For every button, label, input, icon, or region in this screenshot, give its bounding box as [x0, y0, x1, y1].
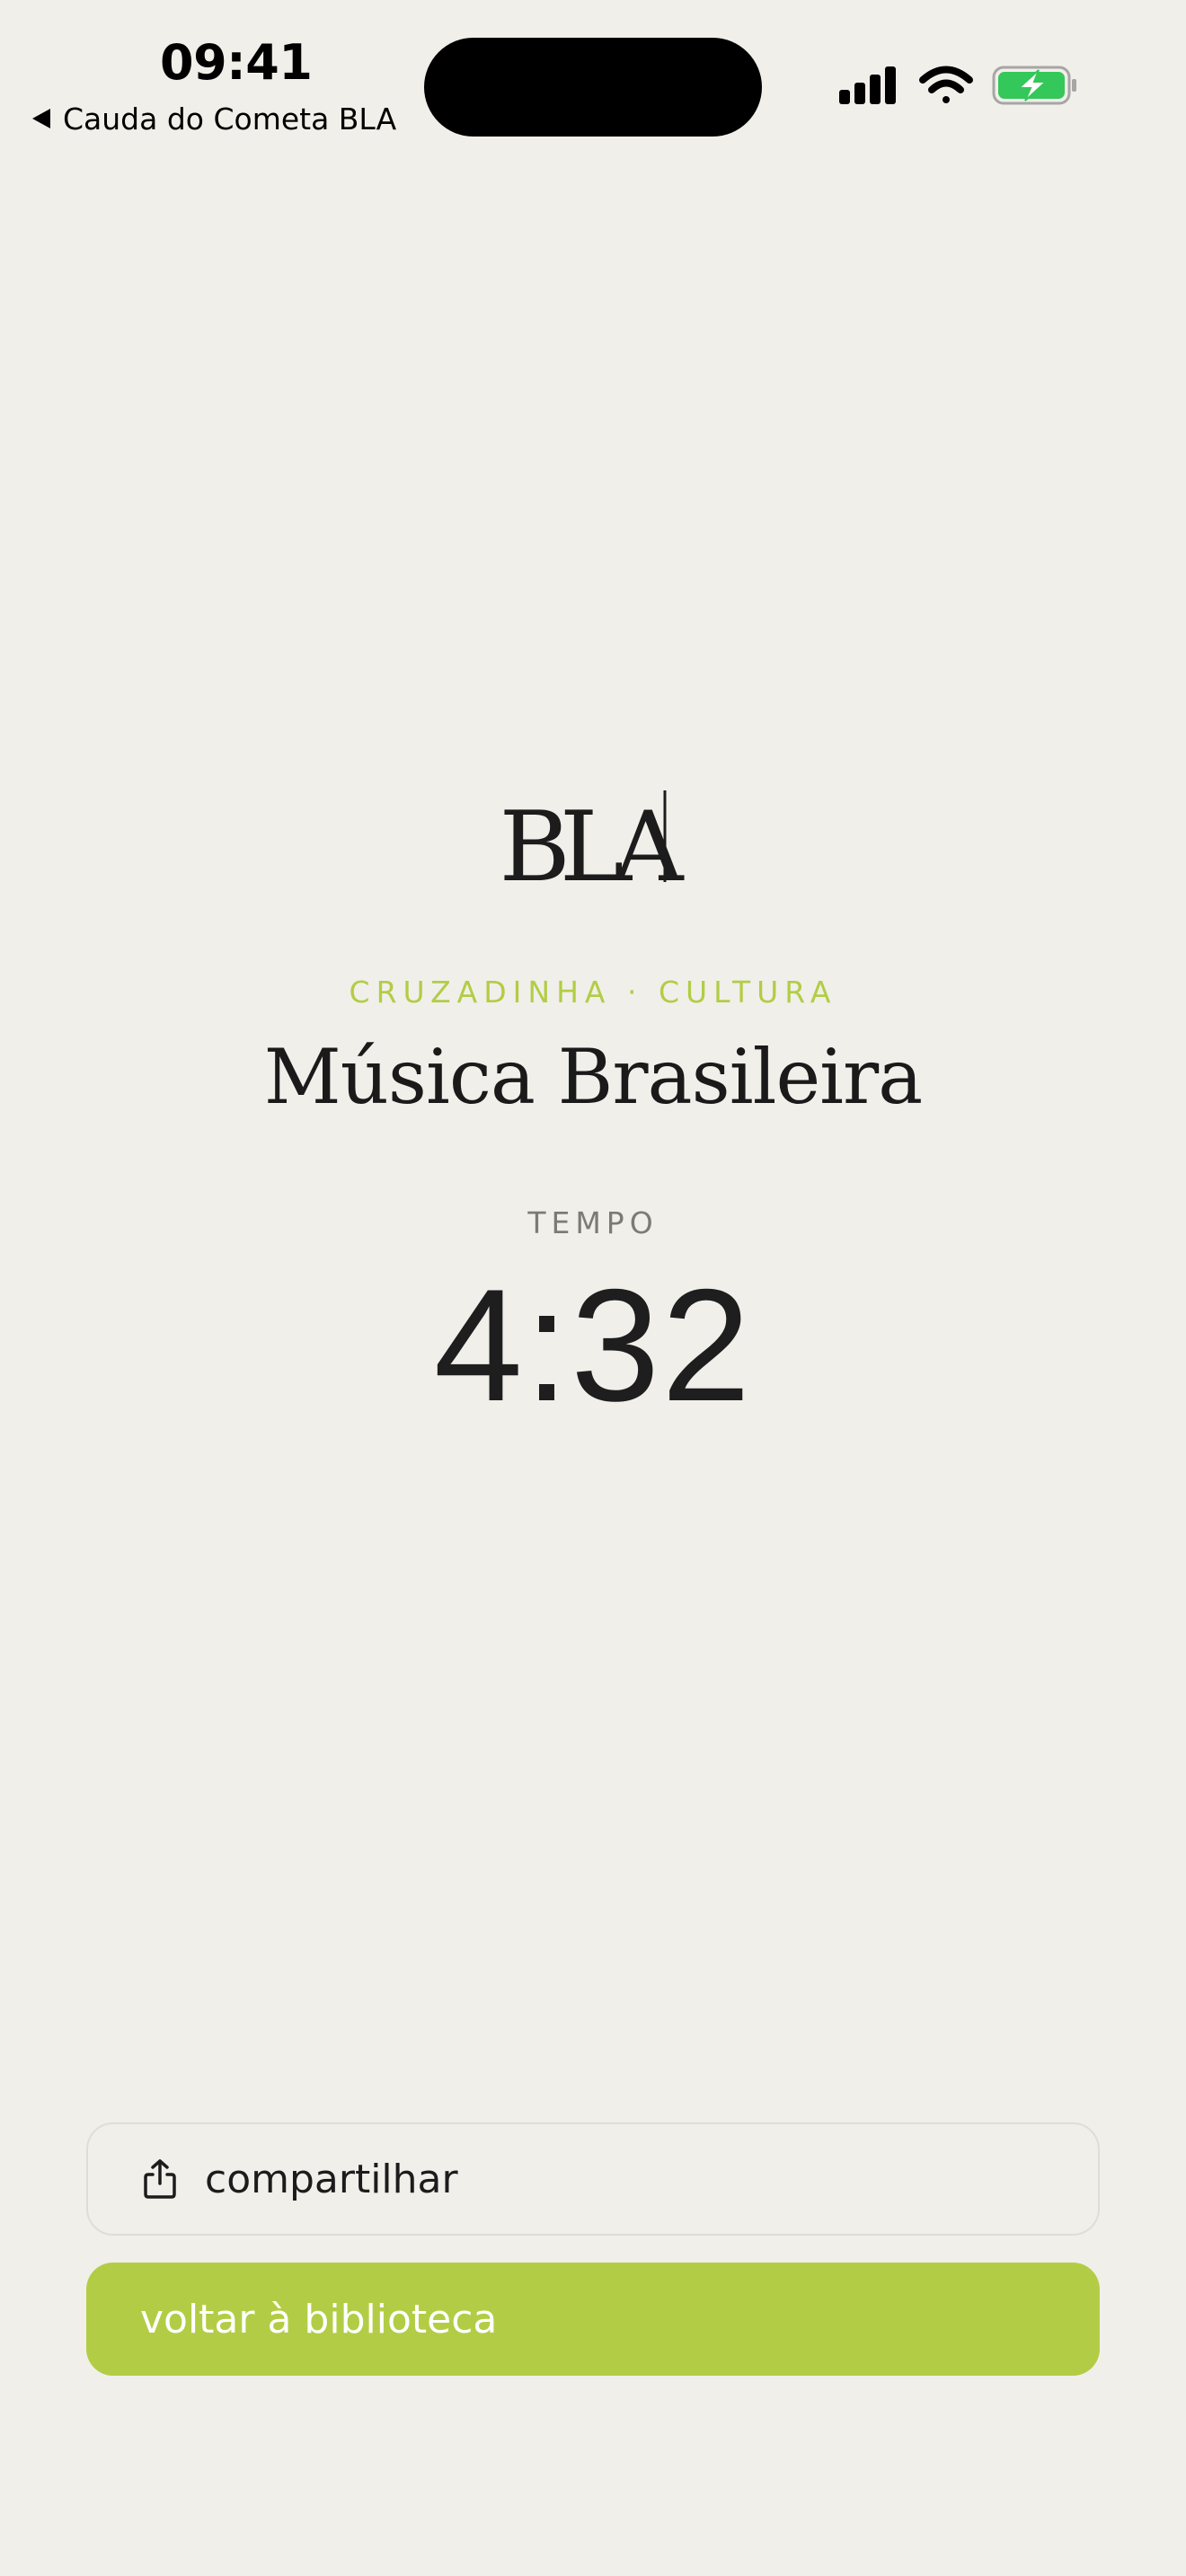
logo-text: BLA [499, 791, 685, 889]
brand-logo: BLA [0, 781, 1186, 889]
puzzle-category: CRUZADINHA · CULTURA [349, 975, 837, 1010]
wifi-icon [919, 66, 973, 103]
time-value: 4:32 [433, 1256, 753, 1434]
share-icon [142, 2158, 178, 2200]
back-to-library-button[interactable]: voltar à biblioteca [86, 2263, 1100, 2376]
back-to-app-link[interactable]: Cauda do Cometa BLA [32, 99, 396, 138]
share-button[interactable]: compartilhar [86, 2122, 1100, 2236]
back-to-library-label: voltar à biblioteca [140, 2296, 498, 2342]
status-icons [839, 63, 1082, 108]
share-button-label: compartilhar [205, 2156, 458, 2202]
back-app-label: Cauda do Cometa BLA [63, 101, 397, 137]
time-label: TEMPO [527, 1205, 659, 1240]
back-caret-icon [32, 109, 50, 128]
status-time: 09:41 [160, 34, 313, 91]
battery-charging-icon [992, 66, 1076, 105]
signal-icon [839, 66, 896, 104]
puzzle-title: Música Brasileira [263, 1033, 924, 1121]
dynamic-island [424, 38, 762, 137]
